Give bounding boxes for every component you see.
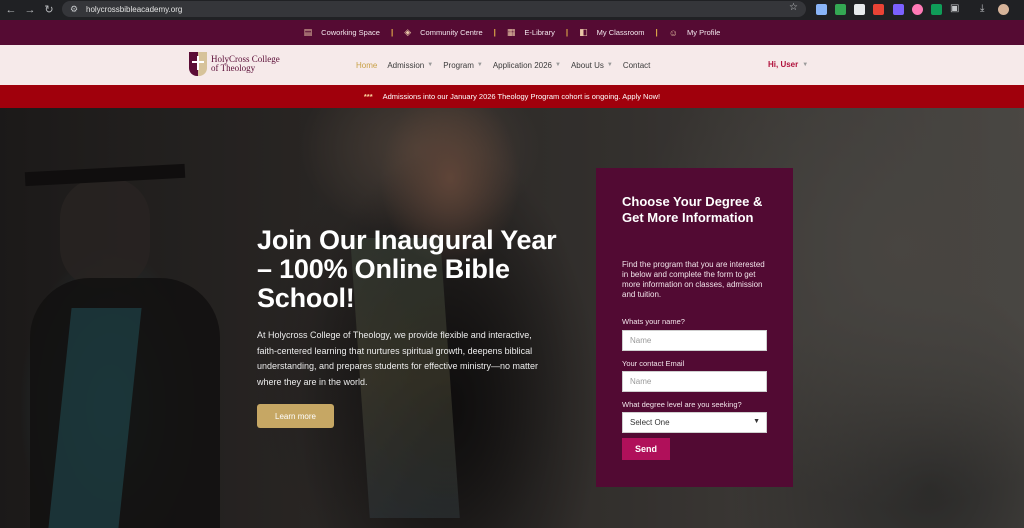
- forward-arrow-icon[interactable]: →: [22, 2, 38, 18]
- topbar-item-community[interactable]: ◈ Community Centre: [404, 27, 482, 38]
- degree-selected-value: Select One: [630, 418, 670, 427]
- users-icon: ☺: [668, 27, 678, 38]
- address-bar[interactable]: ⚙ holycrossbibleacademy.org ☆: [62, 1, 806, 17]
- announcement-stars: ***: [363, 92, 373, 101]
- nav-label: Program: [443, 60, 474, 70]
- degree-label: What degree level are you seeking?: [622, 400, 742, 409]
- site-info-icon[interactable]: ⚙: [67, 3, 81, 15]
- info-request-form: Choose Your Degree & Get More Informatio…: [596, 168, 793, 487]
- hero-section: Join Our Inaugural Year – 100% Online Bi…: [0, 108, 1024, 528]
- utility-bar: ▤ Coworking Space | ◈ Community Centre |…: [0, 20, 1024, 45]
- nav-label: Admission: [387, 60, 425, 70]
- separator: |: [493, 28, 496, 37]
- browser-toolbar: ← → ↻ ⚙ holycrossbibleacademy.org ☆ ▣ ⤓: [0, 0, 1024, 20]
- send-button[interactable]: Send: [622, 438, 670, 460]
- topbar-item-label: My Classroom: [596, 28, 645, 37]
- nav-application[interactable]: Application 2026 ▼: [493, 61, 561, 70]
- email-placeholder: Name: [630, 377, 652, 386]
- separator: |: [390, 28, 394, 37]
- open-book-icon: ◧: [579, 27, 588, 37]
- profile-avatar-icon[interactable]: [998, 4, 1009, 15]
- main-header: HolyCross College of Theology Home Admis…: [0, 45, 1024, 85]
- bookmark-star-icon[interactable]: ☆: [789, 2, 798, 13]
- megaphone-icon: ◈: [404, 27, 412, 37]
- separator: |: [565, 28, 569, 37]
- extensions-puzzle-icon[interactable]: ▣: [950, 3, 959, 14]
- nav-about[interactable]: About Us ▼: [571, 61, 613, 70]
- topbar-item-elibrary[interactable]: ▦ E-Library: [507, 27, 555, 38]
- topbar-item-profile[interactable]: ☺ My Profile: [669, 28, 721, 38]
- back-arrow-icon[interactable]: ←: [3, 2, 19, 18]
- chevron-down-icon: ▼: [753, 418, 760, 425]
- topbar-item-label: Community Centre: [420, 28, 483, 37]
- user-menu[interactable]: Hi, User ▼: [768, 60, 808, 69]
- nav-contact[interactable]: Contact: [623, 61, 651, 70]
- topbar-item-label: My Profile: [687, 28, 721, 37]
- chevron-down-icon: ▼: [802, 61, 809, 68]
- site-logo[interactable]: HolyCross College of Theology: [189, 52, 280, 76]
- extension-icon[interactable]: [893, 4, 904, 15]
- extension-icon[interactable]: [931, 4, 942, 15]
- name-input[interactable]: Name: [622, 330, 767, 351]
- download-icon[interactable]: ⤓: [980, 3, 984, 14]
- nav-label: Home: [356, 60, 378, 70]
- reload-icon[interactable]: ↻: [41, 2, 57, 18]
- separator: |: [655, 28, 658, 37]
- form-description: Find the program that you are interested…: [622, 260, 765, 299]
- email-label: Your contact Email: [622, 359, 685, 368]
- extension-icon[interactable]: [912, 4, 923, 15]
- nav-home[interactable]: Home: [356, 61, 377, 70]
- chevron-down-icon: ▼: [476, 62, 483, 68]
- nav-program[interactable]: Program ▼: [443, 61, 483, 70]
- logo-text-line2: of Theology: [211, 63, 256, 73]
- extension-icon[interactable]: [854, 4, 865, 15]
- extension-icon[interactable]: [816, 4, 827, 15]
- building-icon: ▤: [303, 27, 313, 37]
- nav-label: About Us: [570, 60, 604, 70]
- topbar-item-label: E-Library: [524, 28, 555, 37]
- name-label: Whats your name?: [622, 317, 685, 326]
- user-greeting: Hi, User: [768, 60, 799, 69]
- nav-admission[interactable]: Admission ▼: [387, 61, 433, 70]
- hero-description: At Holycross College of Theology, we pro…: [257, 330, 538, 387]
- main-menu: Home Admission ▼ Program ▼ Application 202…: [356, 45, 660, 85]
- nav-label: Application 2026: [492, 60, 552, 70]
- topbar-item-classroom[interactable]: ◧ My Classroom: [579, 27, 644, 38]
- topbar-item-label: Coworking Space: [321, 28, 380, 37]
- chevron-down-icon: ▼: [606, 62, 613, 68]
- chevron-down-icon: ▼: [427, 62, 434, 68]
- book-icon: ▦: [506, 27, 516, 37]
- chevron-down-icon: ▼: [555, 62, 561, 68]
- shield-logo-icon: [189, 52, 207, 76]
- topbar-item-coworking[interactable]: ▤ Coworking Space: [304, 27, 380, 38]
- url-text[interactable]: holycrossbibleacademy.org: [86, 5, 182, 14]
- form-title: Choose Your Degree & Get More Informatio…: [622, 194, 763, 225]
- nav-label: Contact: [622, 60, 651, 70]
- name-placeholder: Name: [630, 336, 652, 345]
- hero-title: Join Our Inaugural Year – 100% Online Bi…: [257, 225, 557, 313]
- learn-more-button[interactable]: Learn more: [257, 404, 334, 428]
- email-input[interactable]: Name: [622, 371, 767, 392]
- degree-select[interactable]: Select One ▼: [622, 412, 767, 433]
- announcement-text: Admissions into our January 2026 Theolog…: [382, 92, 661, 101]
- extension-icon[interactable]: [873, 4, 884, 15]
- extension-icon[interactable]: [835, 4, 846, 15]
- announcement-banner[interactable]: *** Admissions into our January 2026 The…: [0, 85, 1024, 108]
